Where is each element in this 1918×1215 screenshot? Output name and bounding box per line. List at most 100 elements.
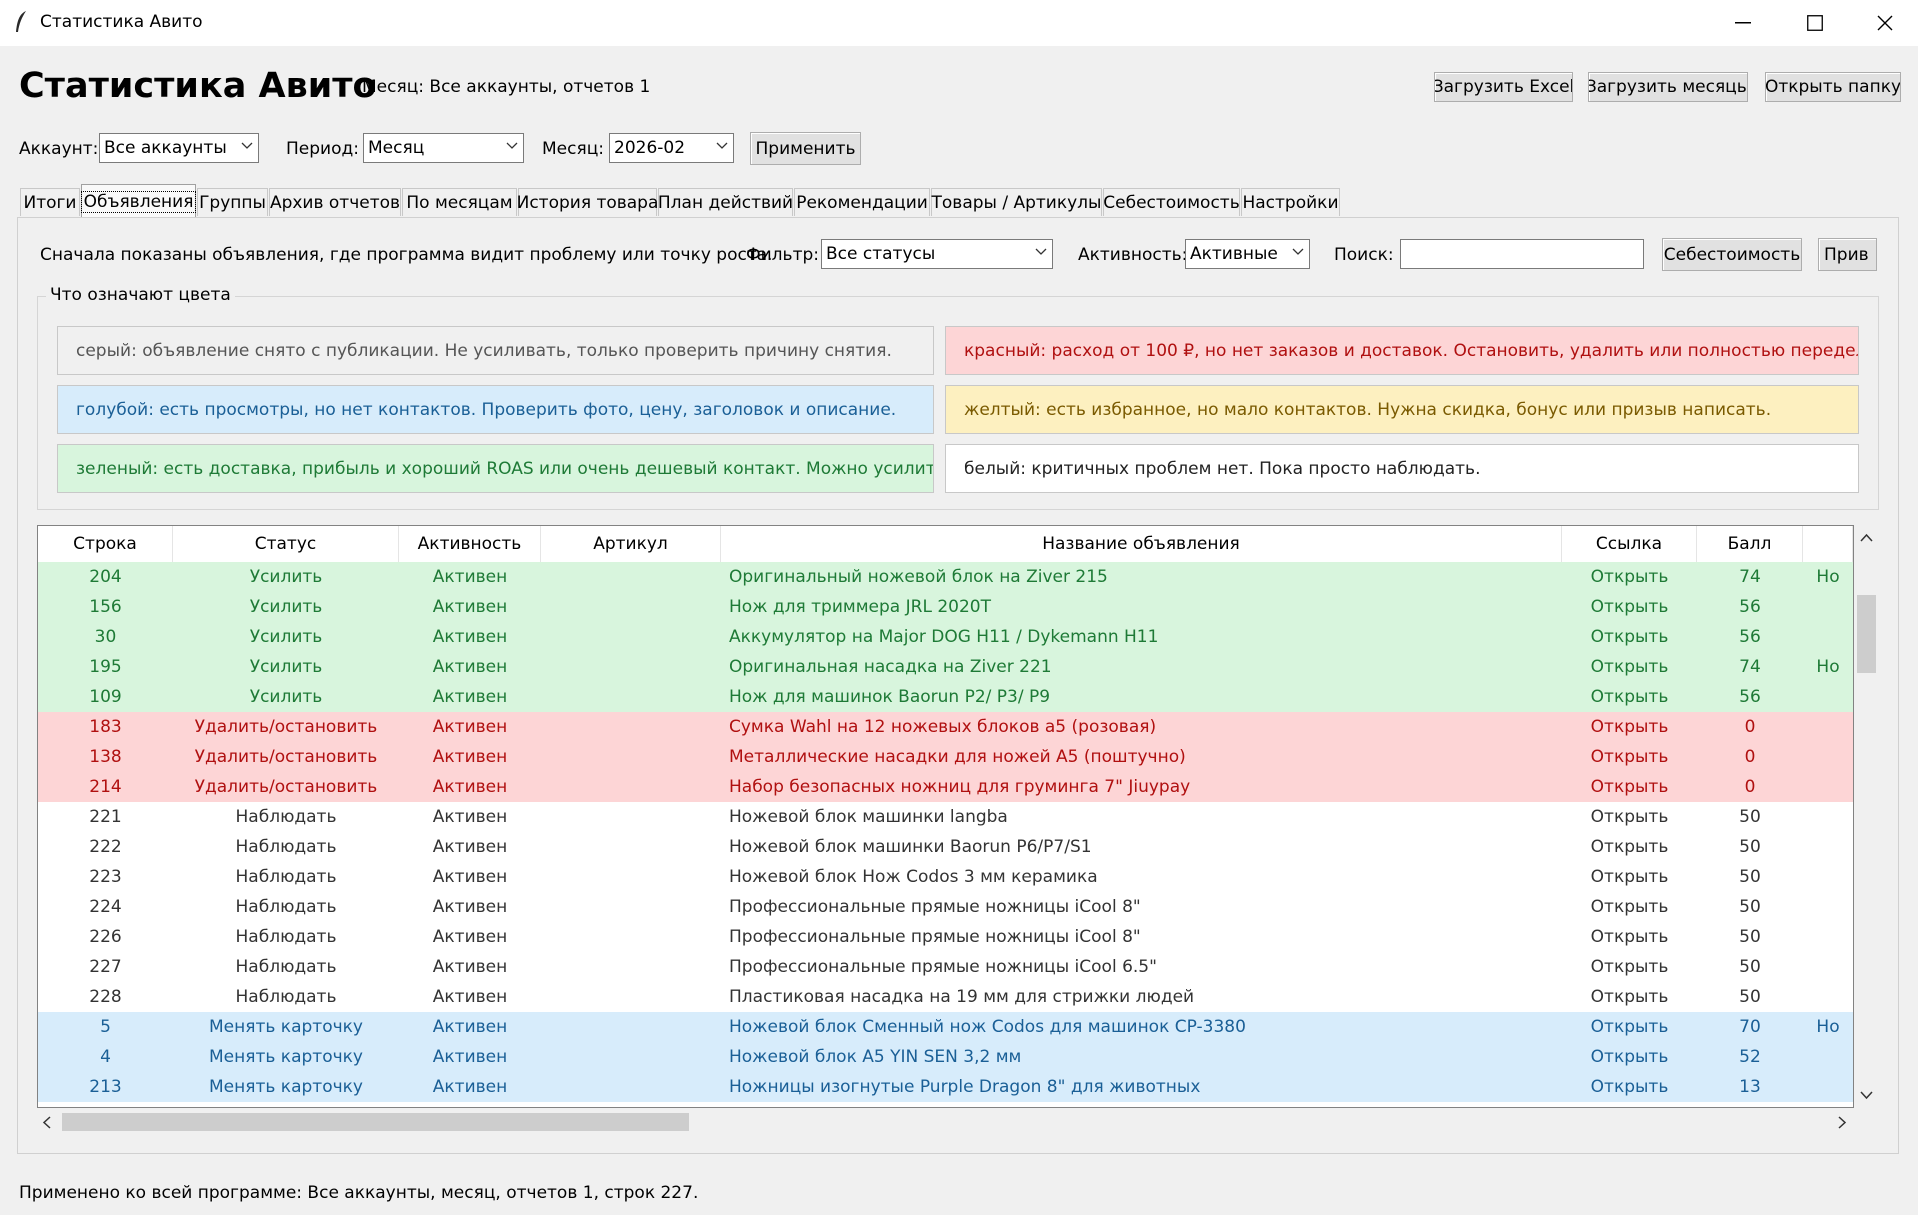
bind-button[interactable]: Прив (1818, 238, 1877, 271)
cell-link[interactable]: Открыть (1562, 682, 1697, 712)
scroll-down-icon[interactable] (1860, 1090, 1873, 1100)
table-row[interactable]: 228 Наблюдать Активен Пластиковая насадка н… (38, 982, 1853, 1012)
table-row[interactable]: 226 Наблюдать Активен Профессиональные прям… (38, 922, 1853, 952)
cell-score: 56 (1739, 627, 1761, 647)
table-row[interactable]: 156 Усилить Активен Нож для триммера JRL 20… (38, 592, 1853, 622)
table-row[interactable]: 222 Наблюдать Активен Ножевой блок машинки … (38, 832, 1853, 862)
tab-groups[interactable]: Группы (197, 188, 268, 216)
table-row[interactable]: 223 Наблюдать Активен Ножевой блок Нож Codo… (38, 862, 1853, 892)
table-row[interactable]: 195 Усилить Активен Оригинальная насадка на… (38, 652, 1853, 682)
minimize-button[interactable] (1708, 0, 1778, 46)
account-select[interactable]: Все аккаунты (99, 133, 259, 163)
cell-link[interactable]: Открыть (1562, 592, 1697, 622)
cell-link[interactable]: Открыть (1562, 742, 1697, 772)
cell-score: 74 (1739, 657, 1761, 677)
cell-activity: Активен (432, 987, 508, 1007)
cell-row-number: 226 (89, 927, 122, 947)
column-header-score[interactable]: Балл (1697, 526, 1803, 562)
cell-link[interactable]: Открыть (1562, 652, 1697, 682)
search-input[interactable] (1400, 239, 1644, 269)
tab-product-history[interactable]: История товара (517, 188, 658, 216)
maximize-button[interactable] (1780, 0, 1850, 46)
cell-article (541, 1042, 721, 1072)
chevron-down-icon (1035, 248, 1047, 255)
close-window-button[interactable] (1850, 0, 1918, 46)
cell-link[interactable]: Открыть (1562, 622, 1697, 652)
tab-settings[interactable]: Настройки (1241, 188, 1340, 216)
column-header-title[interactable]: Название объявления (721, 526, 1562, 562)
cell-row-number: 156 (89, 597, 122, 617)
cell-status: Усилить (249, 627, 323, 647)
month-select[interactable]: 2026-02 (609, 133, 734, 163)
listings-table[interactable]: Строка Статус Активность Артикул Названи… (37, 525, 1854, 1108)
table-row[interactable]: 221 Наблюдать Активен Ножевой блок машинки … (38, 802, 1853, 832)
cell-link[interactable]: Открыть (1562, 772, 1697, 802)
cell-extra: Но (1816, 1017, 1840, 1037)
vertical-scroll-thumb[interactable] (1857, 595, 1876, 673)
column-header-link[interactable]: Ссылка (1562, 526, 1697, 562)
table-row[interactable]: 5 Менять карточку Активен Ножевой блок Смен… (38, 1012, 1853, 1042)
load-months-button[interactable]: Загрузить месяцы (1588, 72, 1748, 102)
cell-link[interactable]: Открыть (1562, 982, 1697, 1012)
column-header-extra[interactable] (1803, 526, 1853, 562)
column-header-row[interactable]: Строка (38, 526, 173, 562)
tab-cost[interactable]: Себестоимость (1103, 188, 1240, 216)
scroll-up-icon[interactable] (1860, 533, 1873, 543)
cell-article (541, 622, 721, 652)
cell-row-number: 224 (89, 897, 122, 917)
cell-activity: Активен (432, 897, 508, 917)
table-row[interactable]: 227 Наблюдать Активен Профессиональные прям… (38, 952, 1853, 982)
legend-gray: серый: объявление снято с публикации. Не… (57, 326, 934, 375)
cell-title: Сумка Wahl на 12 ножевых блоков а5 (розо… (729, 717, 1157, 737)
cell-link[interactable]: Открыть (1562, 712, 1697, 742)
column-header-activity[interactable]: Активность (399, 526, 541, 562)
cell-activity: Активен (432, 657, 508, 677)
open-folder-button[interactable]: Открыть папку (1765, 72, 1901, 102)
tab-recommendations[interactable]: Рекомендации (794, 188, 930, 216)
column-header-article[interactable]: Артикул (541, 526, 721, 562)
tab-action-plan[interactable]: План действий (658, 188, 793, 216)
table-row[interactable]: 138 Удалить/остановить Активен Металлически… (38, 742, 1853, 772)
apply-button[interactable]: Применить (750, 132, 861, 165)
horizontal-scroll-thumb[interactable] (62, 1113, 689, 1131)
table-row[interactable]: 214 Удалить/остановить Активен Набор безопа… (38, 772, 1853, 802)
status-filter-select[interactable]: Все статусы (821, 239, 1053, 269)
cell-extra (1803, 952, 1853, 982)
activity-select[interactable]: Активные (1185, 239, 1310, 269)
cell-link[interactable]: Открыть (1562, 862, 1697, 892)
cell-status: Менять карточку (209, 1017, 363, 1037)
cell-link[interactable]: Открыть (1562, 832, 1697, 862)
table-row[interactable]: 109 Усилить Активен Нож для машинок Baorun … (38, 682, 1853, 712)
cost-button[interactable]: Себестоимость (1662, 238, 1802, 271)
tab-by-months[interactable]: По месяцам (402, 188, 517, 216)
table-row[interactable]: 30 Усилить Активен Аккумулятор на Major DOG… (38, 622, 1853, 652)
cell-link[interactable]: Открыть (1562, 802, 1697, 832)
table-row[interactable]: 213 Менять карточку Активен Ножницы изогнут… (38, 1072, 1853, 1102)
status-bar-text: Применено ко всей программе: Все аккаунт… (19, 1183, 699, 1203)
cell-link[interactable]: Открыть (1562, 562, 1697, 592)
vertical-scrollbar[interactable] (1854, 525, 1879, 1108)
cell-link[interactable]: Открыть (1562, 1072, 1697, 1102)
tab-summary[interactable]: Итоги (20, 188, 80, 216)
cell-link[interactable]: Открыть (1562, 1012, 1697, 1042)
column-header-status[interactable]: Статус (173, 526, 399, 562)
load-excel-button[interactable]: Загрузить Excel (1434, 72, 1573, 102)
horizontal-scrollbar[interactable] (37, 1108, 1854, 1135)
period-select[interactable]: Месяц (363, 133, 524, 163)
table-row[interactable]: 4 Менять карточку Активен Ножевой блок А5 Y… (38, 1042, 1853, 1072)
scroll-right-icon[interactable] (1837, 1116, 1847, 1129)
cell-link[interactable]: Открыть (1562, 892, 1697, 922)
cell-score: 13 (1739, 1077, 1761, 1097)
tab-listings[interactable]: Объявления (80, 184, 197, 218)
chevron-down-icon (241, 142, 253, 149)
tab-products-articles[interactable]: Товары / Артикулы (931, 188, 1102, 216)
cell-link[interactable]: Открыть (1562, 1042, 1697, 1072)
cell-link[interactable]: Открыть (1562, 922, 1697, 952)
tab-report-archive[interactable]: Архив отчетов (269, 188, 401, 216)
table-row[interactable]: 204 Усилить Активен Оригинальный ножевой бл… (38, 562, 1853, 592)
table-row[interactable]: 224 Наблюдать Активен Профессиональные прям… (38, 892, 1853, 922)
cell-link[interactable]: Открыть (1562, 952, 1697, 982)
cell-status: Усилить (249, 657, 323, 677)
table-row[interactable]: 183 Удалить/остановить Активен Сумка Wahl н… (38, 712, 1853, 742)
scroll-left-icon[interactable] (42, 1116, 52, 1129)
